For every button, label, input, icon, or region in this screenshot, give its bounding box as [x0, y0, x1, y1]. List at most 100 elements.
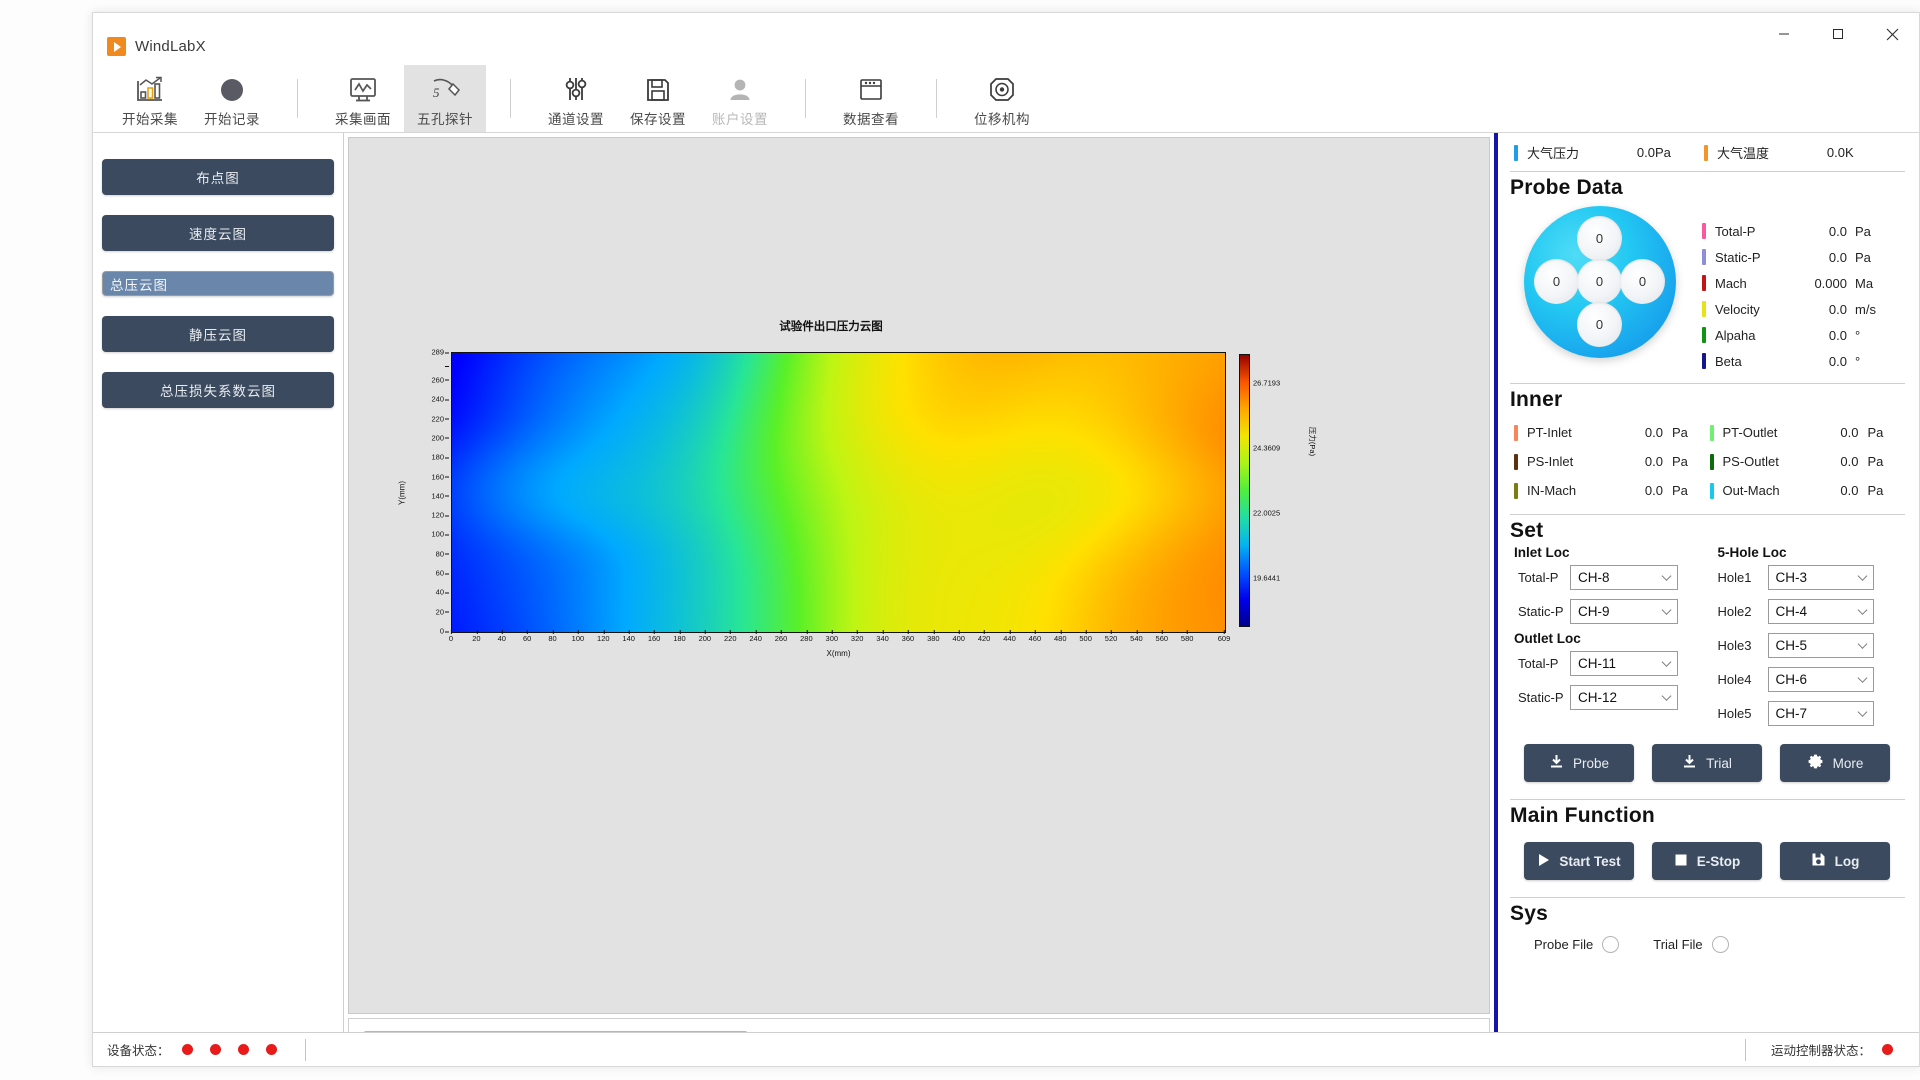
- app-title: WindLabX: [135, 38, 206, 55]
- more-button[interactable]: More: [1780, 744, 1890, 782]
- probe-hole-right: 0: [1620, 259, 1665, 304]
- inlet-loc-select[interactable]: CH-8: [1570, 564, 1678, 590]
- y-tick: 60: [435, 568, 450, 578]
- probe-legend-label: Beta: [1715, 353, 1742, 369]
- probe-legend-value: 0.0: [1828, 301, 1847, 317]
- y-tick: 260: [431, 375, 449, 385]
- probe-file-item[interactable]: Probe File: [1534, 936, 1620, 953]
- main-function-button-row: Start Test E-Stop Log: [1510, 828, 1905, 890]
- device-status-dot-3: [237, 1044, 249, 1055]
- y-tick: 40: [435, 587, 450, 597]
- x-tick: 540: [1130, 630, 1143, 643]
- y-tick: 80: [435, 549, 450, 559]
- app-brand: WindLabX: [107, 37, 206, 56]
- outlet-loc-select[interactable]: CH-12: [1570, 684, 1678, 710]
- save-icon: [1811, 852, 1826, 870]
- outlet-fields: Total-P CH-11 Static-P CH-12: [1510, 646, 1706, 714]
- window-controls: [1757, 13, 1919, 55]
- toolbar-divider-3: [805, 79, 806, 118]
- inner-section: PT-Inlet 0.0 Pa PS-Inlet 0.0 Pa IN-Mach 0.0 Pa P…: [1510, 412, 1905, 507]
- user-account-icon: [725, 72, 755, 104]
- five-hole-loc-select[interactable]: CH-5: [1767, 632, 1874, 658]
- motor-stage-icon: [987, 72, 1017, 104]
- toolbar-item-start-acquire[interactable]: 开始采集: [109, 65, 191, 132]
- five-hole-probe-diagram: 0 0 0 0 0: [1524, 206, 1676, 358]
- sidebar-button-static-pressure-contour[interactable]: 静压云图: [102, 316, 334, 352]
- motion-status-label: 运动控制器状态：: [1770, 1044, 1871, 1058]
- y-tick: 240: [431, 394, 449, 404]
- probe-hole-left: 0: [1534, 259, 1579, 304]
- atmos-pressure-label: 大气压力: [1527, 146, 1580, 161]
- chevron-down-icon: [1661, 571, 1672, 581]
- center-area: 试验件出口压力云图 Y(mm) 0 20 40 60 80 100 120 140 160 180…: [344, 133, 1494, 1066]
- toolbar-item-motion-stage[interactable]: 位移机构: [961, 65, 1043, 132]
- five-hole-loc-select[interactable]: CH-7: [1767, 700, 1874, 726]
- five-hole-loc-select[interactable]: CH-6: [1767, 666, 1874, 692]
- y-tick: 180: [431, 452, 449, 462]
- y-tick: 200: [431, 433, 449, 443]
- y-tick: 220: [431, 414, 449, 424]
- probe-load-button[interactable]: Probe: [1524, 744, 1634, 782]
- log-button[interactable]: Log: [1780, 842, 1890, 880]
- svg-text:5: 5: [433, 85, 440, 100]
- heatmap-canvas[interactable]: [451, 352, 1226, 633]
- x-tick: 200: [698, 630, 712, 643]
- probe-legend-color-chip: [1702, 353, 1706, 369]
- sidebar-button-total-pressure-loss-contour[interactable]: 总压损失系数云图: [102, 372, 334, 408]
- x-tick: 520: [1104, 630, 1118, 643]
- chevron-down-icon: [1857, 707, 1867, 717]
- toolbar-item-save-settings[interactable]: 保存设置: [617, 65, 699, 132]
- toolbar-item-channel-settings[interactable]: 通道设置: [535, 65, 617, 132]
- y-tick: 0: [439, 626, 450, 636]
- x-tick: 500: [1079, 630, 1092, 643]
- floppy-save-icon: [643, 72, 673, 104]
- inner-color-chip: [1514, 424, 1518, 441]
- inner-label: PT-Outlet: [1722, 425, 1778, 440]
- sys-title: Sys: [1510, 902, 1548, 925]
- probe-legend-row: Static-P 0.0 Pa: [1702, 244, 1887, 270]
- minimize-button[interactable]: [1757, 13, 1811, 55]
- emergency-stop-button[interactable]: E-Stop: [1652, 842, 1762, 880]
- close-button[interactable]: [1865, 13, 1919, 55]
- x-tick: 140: [622, 630, 635, 643]
- toolbar-item-start-record[interactable]: 开始记录: [191, 65, 273, 132]
- toolbar-item-acquire-screen[interactable]: 采集画面: [322, 65, 404, 132]
- start-test-button[interactable]: Start Test: [1524, 842, 1634, 880]
- sidebar-button-layout-map[interactable]: 布点图: [102, 159, 334, 195]
- outlet-loc-selected-value: CH-12: [1578, 689, 1618, 705]
- inner-left-row: IN-Mach 0.0 Pa: [1514, 476, 1710, 505]
- device-status-dot-4: [265, 1044, 277, 1055]
- toolbar-item-account-settings[interactable]: 账户设置: [699, 65, 781, 132]
- sidebar-button-velocity-contour[interactable]: 速度云图: [102, 215, 334, 251]
- x-tick: 300: [825, 630, 839, 643]
- sidebar-button-total-pressure-contour[interactable]: 总压云图: [102, 271, 334, 296]
- five-hole-loc-selected-value: CH-7: [1775, 705, 1808, 721]
- toolbar-item-data-view[interactable]: 数据查看: [830, 65, 912, 132]
- outlet-loc-select[interactable]: CH-11: [1570, 650, 1678, 676]
- toolbar-item-five-hole-probe[interactable]: 5 五孔探针: [404, 65, 486, 132]
- set-button-row: Probe Trial More: [1510, 730, 1905, 792]
- atmos-temperature-unit: K: [1845, 145, 1854, 160]
- maximize-button[interactable]: [1811, 13, 1865, 55]
- trial-file-item[interactable]: Trial File: [1653, 936, 1729, 953]
- inner-color-chip: [1709, 453, 1714, 470]
- five-hole-loc-select[interactable]: CH-3: [1767, 564, 1874, 590]
- toolbar-label: 通道设置: [548, 111, 604, 127]
- sliders-icon: [561, 72, 591, 104]
- trial-load-button[interactable]: Trial: [1652, 744, 1762, 782]
- inner-left-row: PT-Inlet 0.0 Pa: [1514, 418, 1710, 447]
- x-tick: 380: [927, 630, 940, 643]
- x-tick: 460: [1028, 630, 1042, 643]
- probe-hole-top: 0: [1577, 216, 1622, 261]
- five-hole-loc-select[interactable]: CH-4: [1767, 598, 1874, 624]
- five-hole-loc-title: 5-Hole Loc: [1717, 545, 1787, 560]
- inner-unit: Pa: [1867, 483, 1884, 498]
- inlet-loc-select[interactable]: CH-9: [1570, 598, 1678, 624]
- inner-label: IN-Mach: [1527, 483, 1577, 498]
- set-title: Set: [1510, 519, 1544, 542]
- status-bar: 设备状态： 运动控制器状态：: [93, 1032, 1919, 1066]
- five-hole-loc-field: Hole2 CH-4: [1706, 594, 1906, 628]
- y-axis: Y(mm) 0 20 40 60 80 100 120 140 160 180 200 220 240 2…: [396, 348, 450, 636]
- probe-legend-value: 0.0: [1828, 249, 1847, 265]
- inner-unit: Pa: [1672, 454, 1688, 469]
